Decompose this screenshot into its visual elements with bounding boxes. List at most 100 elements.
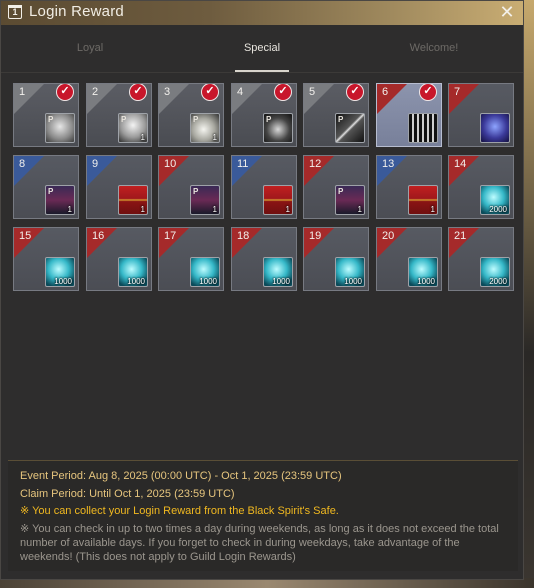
reward-day-4[interactable]: 4 ✓ P [231, 83, 297, 147]
reward-day-21[interactable]: 21 2000 [448, 227, 514, 291]
day-number: 2 [92, 86, 99, 98]
reward-day-7[interactable]: 7 [448, 83, 514, 147]
weekend-note-text: ※ You can check in up to two times a day… [20, 523, 499, 563]
day-number: 6 [382, 86, 389, 98]
item-quantity: 1 [430, 205, 435, 214]
reward-day-18[interactable]: 18 1000 [231, 227, 297, 291]
claim-period-text: Claim Period: Until Oct 1, 2025 (23:59 U… [20, 488, 235, 500]
reward-day-6[interactable]: 6 ✓ [376, 83, 442, 147]
reward-item-icon[interactable] [480, 113, 510, 143]
pearl-item-mark-icon: P [266, 115, 272, 124]
tab-special[interactable]: Special [187, 37, 337, 72]
reward-day-17[interactable]: 17 1000 [158, 227, 224, 291]
window-title: Login Reward [29, 3, 124, 20]
reward-item-icon[interactable]: 1000 [335, 257, 365, 287]
day-number: 12 [309, 158, 322, 170]
claimed-check-icon: ✓ [346, 84, 364, 101]
pearl-item-mark-icon: P [48, 187, 54, 196]
reward-day-12[interactable]: 12 P 1 [303, 155, 369, 219]
reward-day-20[interactable]: 20 1000 [376, 227, 442, 291]
close-button[interactable]: ✕ [497, 1, 517, 23]
item-quantity: 1000 [417, 277, 435, 286]
reward-item-icon[interactable]: 1 [118, 185, 148, 215]
item-quantity: 1000 [344, 277, 362, 286]
reward-day-16[interactable]: 16 1000 [86, 227, 152, 291]
pearl-item-mark-icon: P [48, 115, 54, 124]
reward-day-9[interactable]: 91 [86, 155, 152, 219]
reward-item-icon[interactable]: P1 [190, 185, 220, 215]
reward-item-icon[interactable]: 1 [263, 185, 293, 215]
day-number: 3 [164, 86, 171, 98]
reward-day-13[interactable]: 13 1 [376, 155, 442, 219]
reward-item-icon[interactable]: 1 [408, 185, 438, 215]
day-number: 11 [237, 158, 249, 170]
login-reward-window: 1 Login Reward ✕ Loyal Special Welcome! … [0, 0, 524, 580]
title-bar[interactable]: 1 Login Reward ✕ [1, 1, 523, 25]
pearl-item-mark-icon: P [193, 115, 199, 124]
tab-loyal[interactable]: Loyal [15, 37, 165, 71]
collect-note-text: ※ You can collect your Login Reward from… [20, 505, 339, 517]
reward-item-icon[interactable]: 1000 [45, 257, 75, 287]
reward-item-icon[interactable]: 1000 [408, 257, 438, 287]
reward-day-11[interactable]: 11 1 [231, 155, 297, 219]
event-period-text: Event Period: Aug 8, 2025 (00:00 UTC) - … [20, 470, 342, 482]
reward-day-14[interactable]: 14 2000 [448, 155, 514, 219]
item-quantity: 1000 [199, 277, 217, 286]
item-quantity: 1000 [272, 277, 290, 286]
reward-day-2[interactable]: 2 ✓ P 1 [86, 83, 152, 147]
day-number: 8 [19, 158, 26, 170]
reward-item-icon[interactable]: 2000 [480, 257, 510, 287]
item-quantity: 2000 [489, 205, 507, 214]
reward-day-5[interactable]: 5 ✓ P [303, 83, 369, 147]
reward-day-19[interactable]: 19 1000 [303, 227, 369, 291]
reward-item-icon[interactable] [408, 113, 438, 143]
day-number: 16 [92, 230, 105, 242]
pearl-item-mark-icon: P [338, 115, 344, 124]
pearl-item-mark-icon: P [121, 115, 127, 124]
calendar-icon: 1 [8, 5, 22, 19]
item-quantity: 1 [212, 133, 217, 142]
reward-item-icon[interactable]: P [263, 113, 293, 143]
item-quantity: 2000 [489, 277, 507, 286]
day-number: 4 [237, 86, 244, 98]
tab-special-label: Special [243, 42, 281, 54]
reward-item-icon[interactable]: 2000 [480, 185, 510, 215]
day-number: 7 [454, 86, 461, 98]
claimed-check-icon: ✓ [201, 84, 219, 101]
reward-day-15[interactable]: 15 1000 [13, 227, 79, 291]
day-number: 1 [19, 86, 26, 98]
tab-bar: Loyal Special Welcome! [1, 37, 523, 73]
reward-item-icon[interactable]: P [335, 113, 365, 143]
item-quantity: 1 [212, 205, 217, 214]
item-quantity: 1 [357, 205, 362, 214]
reward-item-icon[interactable]: 1000 [263, 257, 293, 287]
reward-item-icon[interactable]: P1 [190, 113, 220, 143]
info-panel: Event Period: Aug 8, 2025 (00:00 UTC) - … [8, 460, 518, 571]
pearl-item-mark-icon: P [338, 187, 344, 196]
day-number: 5 [309, 86, 316, 98]
reward-item-icon[interactable]: 1000 [118, 257, 148, 287]
claimed-check-icon: ✓ [419, 84, 437, 101]
day-number: 14 [454, 158, 467, 170]
reward-item-icon[interactable]: P1 [45, 185, 75, 215]
reward-day-1[interactable]: 1 ✓ P [13, 83, 79, 147]
reward-day-3[interactable]: 3 ✓ P 1 [158, 83, 224, 147]
claimed-check-icon: ✓ [56, 84, 74, 101]
item-quantity: 1 [140, 133, 145, 142]
day-number: 13 [382, 158, 395, 170]
reward-item-icon[interactable]: P1 [118, 113, 148, 143]
claimed-check-icon: ✓ [129, 84, 147, 101]
item-quantity: 1 [67, 205, 72, 214]
reward-day-10[interactable]: 10 P 1 [158, 155, 224, 219]
day-number: 17 [164, 230, 177, 242]
item-quantity: 1000 [54, 277, 72, 286]
day-number: 15 [19, 230, 32, 242]
tab-welcome[interactable]: Welcome! [359, 37, 509, 71]
day-number: 18 [237, 230, 250, 242]
reward-item-icon[interactable]: P [45, 113, 75, 143]
reward-item-icon[interactable]: P1 [335, 185, 365, 215]
reward-item-icon[interactable]: 1000 [190, 257, 220, 287]
reward-day-8[interactable]: 8P1 [13, 155, 79, 219]
day-number: 20 [382, 230, 395, 242]
pearl-item-mark-icon: P [193, 187, 199, 196]
